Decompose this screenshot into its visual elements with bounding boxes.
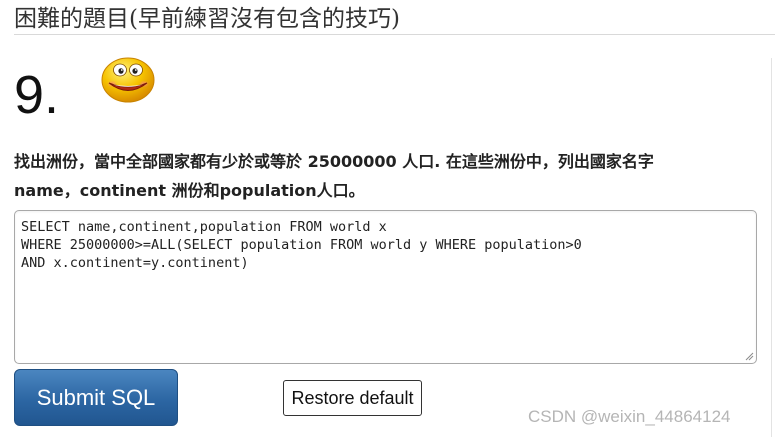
sql-line-2: WHERE 25000000>=ALL(SELECT population FR… xyxy=(21,237,582,253)
question-text-line-2: name，continent 洲份和population人口。 xyxy=(14,181,365,200)
sql-editor[interactable]: SELECT name,continent,population FROM wo… xyxy=(14,210,757,364)
sql-code[interactable]: SELECT name,continent,population FROM wo… xyxy=(21,218,582,272)
content-right-border xyxy=(771,58,772,437)
section-title: 困難的題目(早前練習沒有包含的技巧) xyxy=(14,4,775,35)
question-text-line-1: 找出洲份，當中全部國家都有少於或等於 25000000 人口. 在這些洲份中，列… xyxy=(14,152,654,171)
smiley-face-icon xyxy=(99,54,159,106)
sql-line-1: SELECT name,continent,population FROM wo… xyxy=(21,219,387,235)
submit-sql-button[interactable]: Submit SQL xyxy=(14,369,178,426)
watermark: CSDN @weixin_44864124 xyxy=(528,407,731,426)
restore-default-button[interactable]: Restore default xyxy=(283,380,422,416)
question-number: 9. xyxy=(14,65,60,125)
resize-handle-icon[interactable] xyxy=(744,351,754,361)
question-text: 找出洲份，當中全部國家都有少於或等於 25000000 人口. 在這些洲份中，列… xyxy=(14,147,734,205)
sql-line-3: AND x.continent=y.continent) xyxy=(21,255,249,271)
